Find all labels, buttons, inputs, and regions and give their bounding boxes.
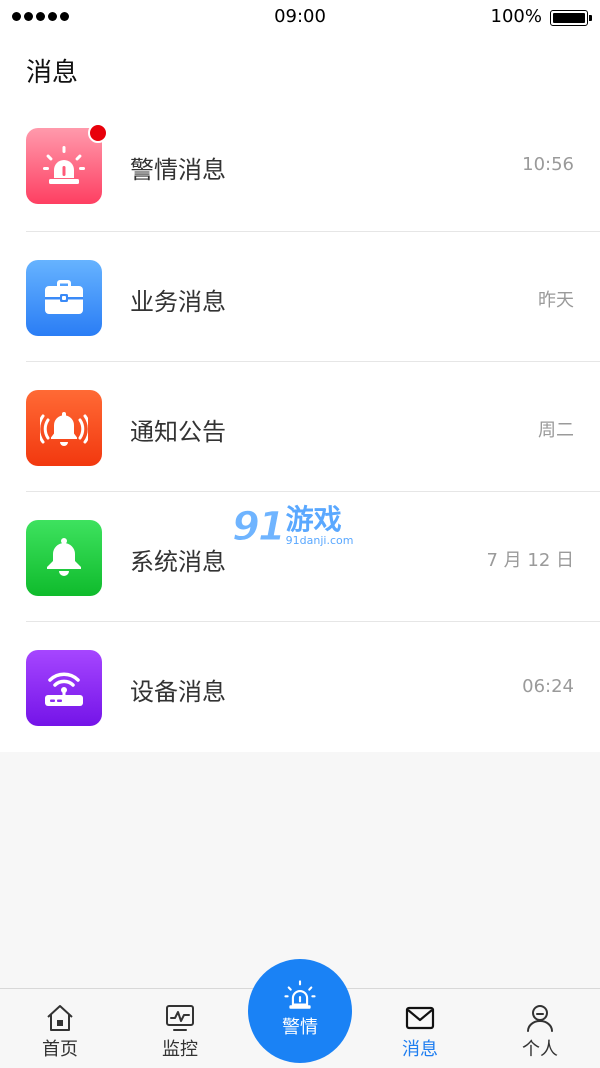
message-label: 业务消息: [130, 288, 226, 316]
message-time: 06:24: [522, 676, 574, 697]
message-time: 周二: [538, 420, 574, 441]
message-label: 设备消息: [130, 678, 226, 706]
message-row-device[interactable]: 设备消息 06:24: [0, 622, 600, 752]
message-label: 警情消息: [130, 156, 226, 184]
watermark-logo: 91 游戏 91danji.com: [232, 503, 354, 551]
message-list: 警情消息 10:56 业务消息 昨天 通知公告 周二 系统消息 7 月 12 日…: [0, 100, 600, 752]
briefcase-icon: [26, 260, 102, 336]
page-title: 消息: [26, 58, 79, 88]
page-header: 消息: [0, 34, 600, 100]
message-label: 系统消息: [130, 548, 226, 576]
battery-icon: [550, 10, 592, 26]
message-time: 昨天: [538, 290, 574, 311]
tab-label: 消息: [402, 1039, 438, 1060]
tab-profile[interactable]: 个人: [480, 989, 600, 1068]
message-time: 7 月 12 日: [486, 550, 574, 571]
monitor-icon: [166, 1005, 194, 1031]
tab-home[interactable]: 首页: [0, 989, 120, 1068]
tab-label: 监控: [162, 1039, 198, 1060]
alarm-fab-button[interactable]: 警情: [248, 959, 352, 1063]
tab-message[interactable]: 消息: [360, 989, 480, 1068]
tab-monitor[interactable]: 监控: [120, 989, 240, 1068]
home-icon: [47, 1005, 73, 1031]
router-icon: [26, 650, 102, 726]
ringing-bell-icon: [26, 390, 102, 466]
watermark-url: 91danji.com: [285, 534, 354, 547]
envelope-icon: [405, 1006, 435, 1030]
bell-icon: [26, 520, 102, 596]
tab-label: 首页: [42, 1039, 78, 1060]
message-row-alarm[interactable]: 警情消息 10:56: [0, 100, 600, 232]
message-time: 10:56: [522, 154, 574, 175]
message-label: 通知公告: [130, 418, 226, 446]
battery-percentage: 100%: [490, 6, 542, 27]
alarm-siren-icon: [284, 980, 316, 1009]
unread-badge: [88, 123, 108, 143]
watermark-name: 游戏: [285, 503, 342, 536]
message-row-business[interactable]: 业务消息 昨天: [0, 232, 600, 362]
user-icon: [527, 1005, 553, 1032]
tab-label: 个人: [522, 1039, 558, 1060]
message-row-notice[interactable]: 通知公告 周二: [0, 362, 600, 492]
alarm-fab-label: 警情: [282, 1017, 318, 1038]
status-bar: 09:00 100%: [0, 0, 600, 34]
watermark-number: 91: [232, 504, 287, 551]
alarm-siren-icon: [26, 123, 108, 204]
